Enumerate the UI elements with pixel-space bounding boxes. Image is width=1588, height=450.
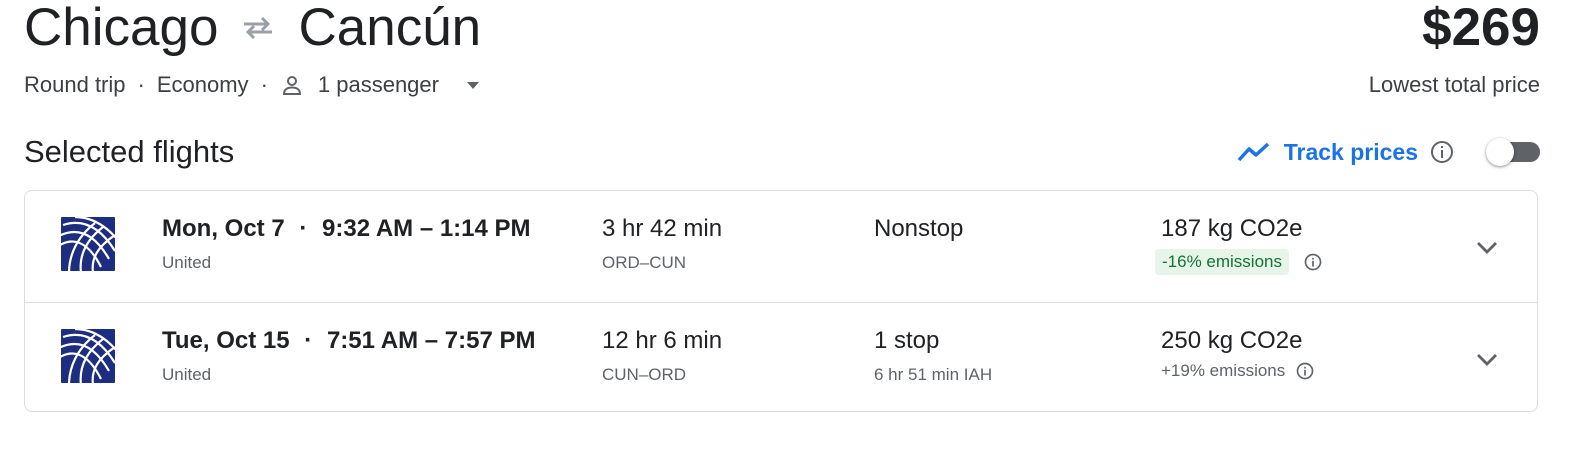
flight-emissions: 250 kg CO2e +19% emissions [1161, 327, 1315, 381]
united-globe-logo [61, 329, 115, 383]
info-icon[interactable] [1303, 252, 1323, 272]
airline-name: United [162, 365, 212, 384]
stops-value: 1 stop [874, 327, 940, 354]
flight-date: Mon, Oct 7 [162, 215, 285, 242]
flight-date: Tue, Oct 15 [162, 327, 290, 354]
flight-emissions: 187 kg CO2e -16% emissions [1155, 215, 1323, 275]
track-prices-toggle[interactable] [1486, 136, 1540, 168]
flight-times: Tue, Oct 15 · 7:51 AM – 7:57 PM United [162, 327, 535, 385]
flight-row-return[interactable]: Tue, Oct 15 · 7:51 AM – 7:57 PM United 1… [25, 302, 1537, 414]
route-codes: ORD–CUN [602, 253, 687, 272]
passenger-selector[interactable]: 1 passenger [280, 72, 479, 98]
flight-time-range: 7:51 AM – 7:57 PM [326, 327, 536, 354]
emissions-value: 250 kg CO2e [1161, 327, 1303, 354]
flight-stops: Nonstop [874, 215, 963, 243]
route-codes: CUN–ORD [602, 365, 687, 384]
track-prices: Track prices [1236, 136, 1540, 168]
track-prices-label[interactable]: Track prices [1284, 139, 1418, 166]
section-title: Selected flights [24, 134, 235, 169]
flight-time-range: 9:32 AM – 1:14 PM [322, 215, 531, 242]
airline-name: United [162, 253, 212, 272]
flight-stops: 1 stop 6 hr 51 min IAH [874, 327, 992, 385]
layover-info: 6 hr 51 min IAH [874, 365, 993, 384]
chevron-down-icon[interactable] [1473, 233, 1501, 261]
flight-duration: 12 hr 6 min CUN–ORD [602, 327, 722, 385]
united-globe-logo [61, 217, 115, 271]
duration-value: 12 hr 6 min [602, 327, 723, 354]
info-icon[interactable] [1295, 361, 1315, 381]
origin-city: Chicago [24, 0, 219, 57]
destination-city: Cancún [298, 0, 482, 57]
separator-dot: · [304, 327, 313, 354]
toggle-knob [1486, 138, 1514, 166]
flight-times: Mon, Oct 7 · 9:32 AM – 1:14 PM United [162, 215, 531, 273]
duration-value: 3 hr 42 min [602, 215, 723, 242]
emissions-badge: -16% emissions [1155, 249, 1289, 275]
flight-row-outbound[interactable]: Mon, Oct 7 · 9:32 AM – 1:14 PM United 3 … [25, 191, 1537, 302]
selected-flights-card: Mon, Oct 7 · 9:32 AM – 1:14 PM United 3 … [24, 190, 1538, 412]
chevron-down-icon[interactable] [1473, 345, 1501, 373]
person-icon [282, 76, 301, 95]
price-caption: Lowest total price [1368, 72, 1540, 97]
info-icon[interactable] [1430, 140, 1454, 164]
separator-dot: · [137, 72, 145, 97]
passenger-count: 1 passenger [317, 72, 439, 97]
cabin-class: Economy [156, 72, 249, 97]
separator-dot: · [299, 215, 308, 242]
route-title: Chicago Cancún [24, 0, 481, 58]
flight-duration: 3 hr 42 min ORD–CUN [602, 215, 722, 273]
trend-line-icon [1237, 142, 1269, 162]
lowest-price: $269 [1422, 0, 1540, 57]
trip-type: Round trip [24, 72, 126, 97]
caret-down-icon [466, 81, 479, 89]
swap-arrows-icon [244, 16, 273, 40]
trip-summary: Round trip · Economy · 1 passenger [24, 72, 479, 98]
separator-dot: · [260, 72, 268, 97]
emissions-value: 187 kg CO2e [1161, 215, 1303, 242]
stops-value: Nonstop [874, 215, 964, 242]
emissions-delta: +19% emissions [1161, 361, 1286, 380]
